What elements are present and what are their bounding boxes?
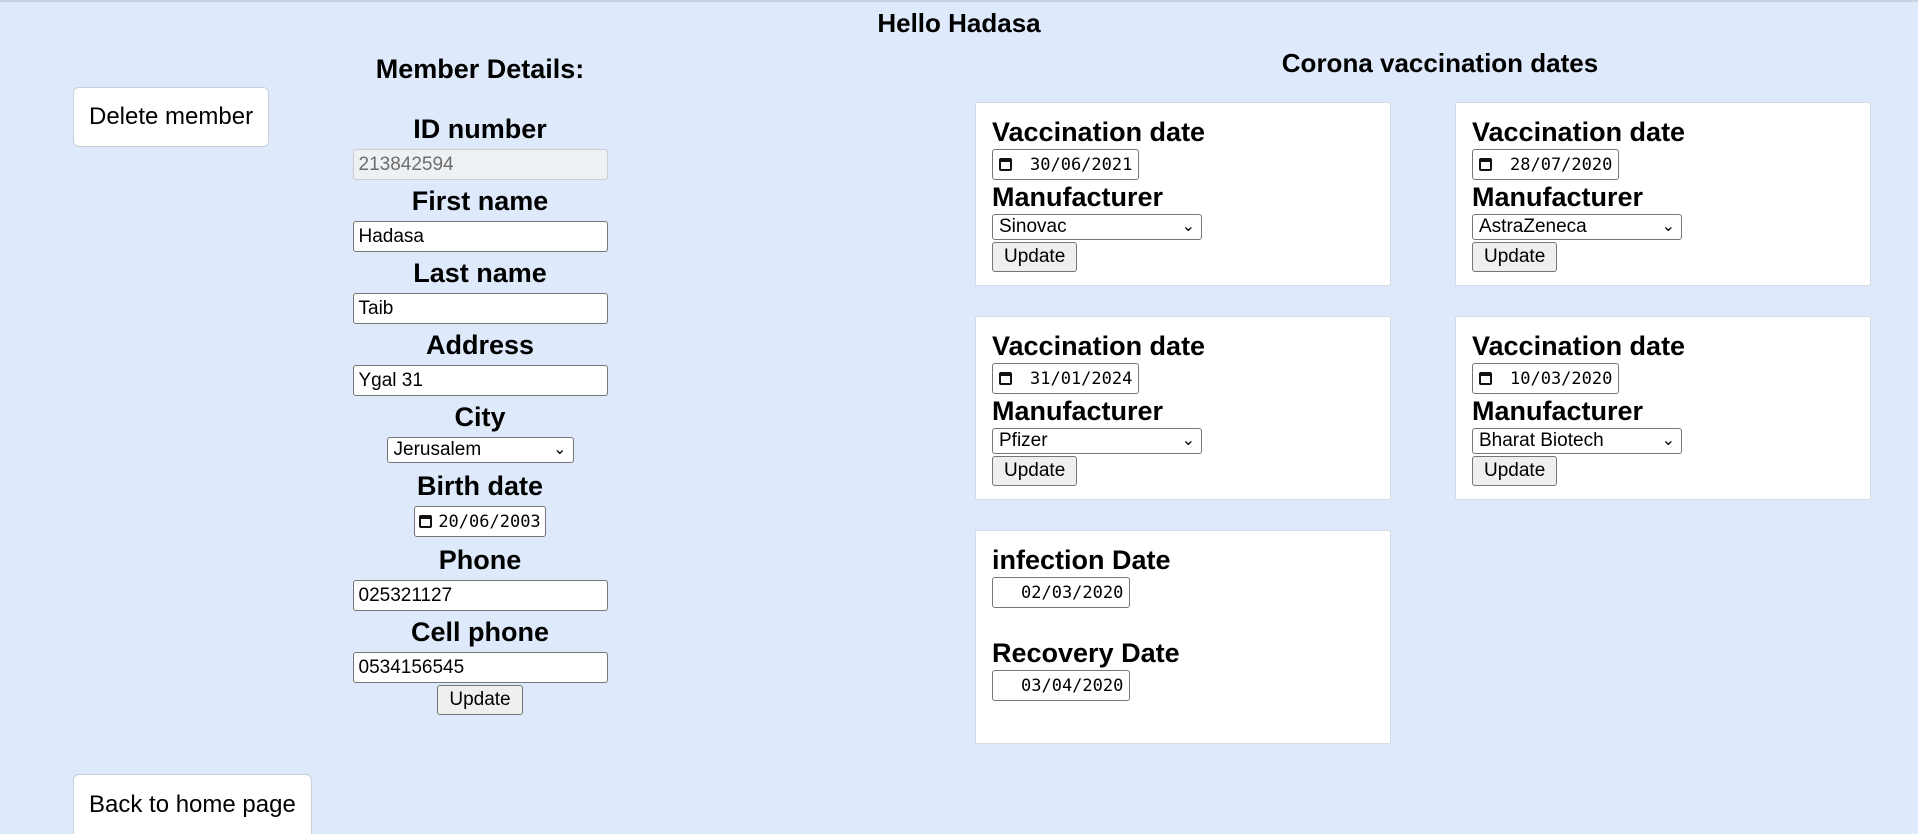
member-details-title: Member Details:	[375, 54, 585, 84]
calendar-icon	[999, 158, 1012, 171]
vaccination-date-label: Vaccination date	[992, 117, 1206, 147]
phone-field[interactable]: 025321127	[352, 580, 608, 611]
vaccination-date-field[interactable]: 30/06/2021	[992, 149, 1140, 180]
infection-date-value: 02/03/2020	[1021, 582, 1124, 603]
vaccination-date-label: Vaccination date	[992, 331, 1206, 361]
infection-card: infection Date 02/03/2020 Recovery Date …	[975, 530, 1391, 744]
city-select[interactable]: Jerusalem ⌄	[386, 437, 574, 463]
vaccination-date-value: 30/06/2021	[1030, 154, 1133, 175]
infection-date-field[interactable]: 02/03/2020	[992, 577, 1131, 608]
calendar-icon	[1479, 372, 1492, 385]
birth-date-field[interactable]: 20/06/2003	[414, 506, 546, 537]
manufacturer-label: Manufacturer	[1472, 396, 1644, 426]
delete-member-button[interactable]: Delete member	[73, 87, 270, 147]
first-name-label: First name	[411, 186, 549, 216]
id-label: ID number	[413, 114, 547, 144]
chevron-down-icon: ⌄	[1661, 218, 1675, 235]
update-vaccination-button[interactable]: Update	[992, 242, 1078, 272]
birth-date-label: Birth date	[416, 471, 543, 501]
back-to-home-button[interactable]: Back to home page	[73, 774, 312, 834]
infection-date-label: infection Date	[992, 545, 1171, 575]
calendar-icon	[999, 372, 1012, 385]
manufacturer-value: Pfizer	[999, 430, 1048, 451]
vaccination-date-label: Vaccination date	[1472, 331, 1686, 361]
last-name-label: Last name	[413, 258, 547, 288]
manufacturer-value: Bharat Biotech	[1479, 430, 1604, 451]
birth-date-value: 20/06/2003	[438, 511, 541, 532]
vaccination-date-field[interactable]: 28/07/2020	[1472, 149, 1620, 180]
manufacturer-label: Manufacturer	[992, 396, 1164, 426]
vaccination-card: Vaccination date 31/01/2024 Manufacturer…	[975, 316, 1391, 500]
calendar-icon	[419, 515, 433, 528]
phone-label: Phone	[438, 545, 522, 575]
city-select-value: Jerusalem	[393, 439, 482, 460]
vaccination-date-field[interactable]: 31/01/2024	[992, 363, 1140, 394]
vaccination-section-title: Corona vaccination dates	[1281, 48, 1599, 78]
vaccination-date-field[interactable]: 10/03/2020	[1472, 363, 1620, 394]
vaccination-card: Vaccination date 10/03/2020 Manufacturer…	[1455, 316, 1871, 500]
manufacturer-label: Manufacturer	[1472, 182, 1644, 212]
chevron-down-icon: ⌄	[1181, 218, 1195, 235]
top-border	[0, 0, 1918, 2]
member-details-form: Member Details: ID number 213842594 Firs…	[330, 52, 630, 715]
manufacturer-label: Manufacturer	[992, 182, 1164, 212]
chevron-down-icon: ⌄	[553, 441, 567, 458]
city-label: City	[454, 402, 506, 432]
manufacturer-select[interactable]: Sinovac ⌄	[992, 214, 1202, 240]
manufacturer-select[interactable]: Bharat Biotech ⌄	[1472, 428, 1682, 454]
update-member-button[interactable]: Update	[437, 685, 523, 715]
address-field[interactable]: Ygal 31	[352, 365, 608, 396]
recovery-date-field[interactable]: 03/04/2020	[992, 670, 1131, 701]
cell-phone-field[interactable]: 0534156545	[352, 652, 608, 683]
update-vaccination-button[interactable]: Update	[1472, 456, 1558, 486]
calendar-icon	[1479, 158, 1492, 171]
manufacturer-value: AstraZeneca	[1479, 216, 1587, 237]
recovery-date-label: Recovery Date	[992, 638, 1180, 668]
manufacturer-select[interactable]: AstraZeneca ⌄	[1472, 214, 1682, 240]
vaccination-date-value: 10/03/2020	[1510, 368, 1613, 389]
vaccination-date-value: 28/07/2020	[1510, 154, 1613, 175]
cell-phone-label: Cell phone	[410, 617, 549, 647]
vaccination-date-value: 31/01/2024	[1030, 368, 1133, 389]
id-field: 213842594	[352, 149, 608, 180]
recovery-date-value: 03/04/2020	[1021, 675, 1124, 696]
manufacturer-value: Sinovac	[999, 216, 1067, 237]
first-name-field[interactable]: Hadasa	[352, 221, 608, 252]
chevron-down-icon: ⌄	[1181, 432, 1195, 449]
vaccination-card: Vaccination date 30/06/2021 Manufacturer…	[975, 102, 1391, 286]
last-name-field[interactable]: Taib	[352, 293, 608, 324]
vaccination-date-label: Vaccination date	[1472, 117, 1686, 147]
vaccination-card: Vaccination date 28/07/2020 Manufacturer…	[1455, 102, 1871, 286]
address-label: Address	[425, 330, 535, 360]
greeting-title: Hello Hadasa	[877, 8, 1041, 38]
manufacturer-select[interactable]: Pfizer ⌄	[992, 428, 1202, 454]
update-vaccination-button[interactable]: Update	[992, 456, 1078, 486]
update-vaccination-button[interactable]: Update	[1472, 242, 1558, 272]
chevron-down-icon: ⌄	[1661, 432, 1675, 449]
